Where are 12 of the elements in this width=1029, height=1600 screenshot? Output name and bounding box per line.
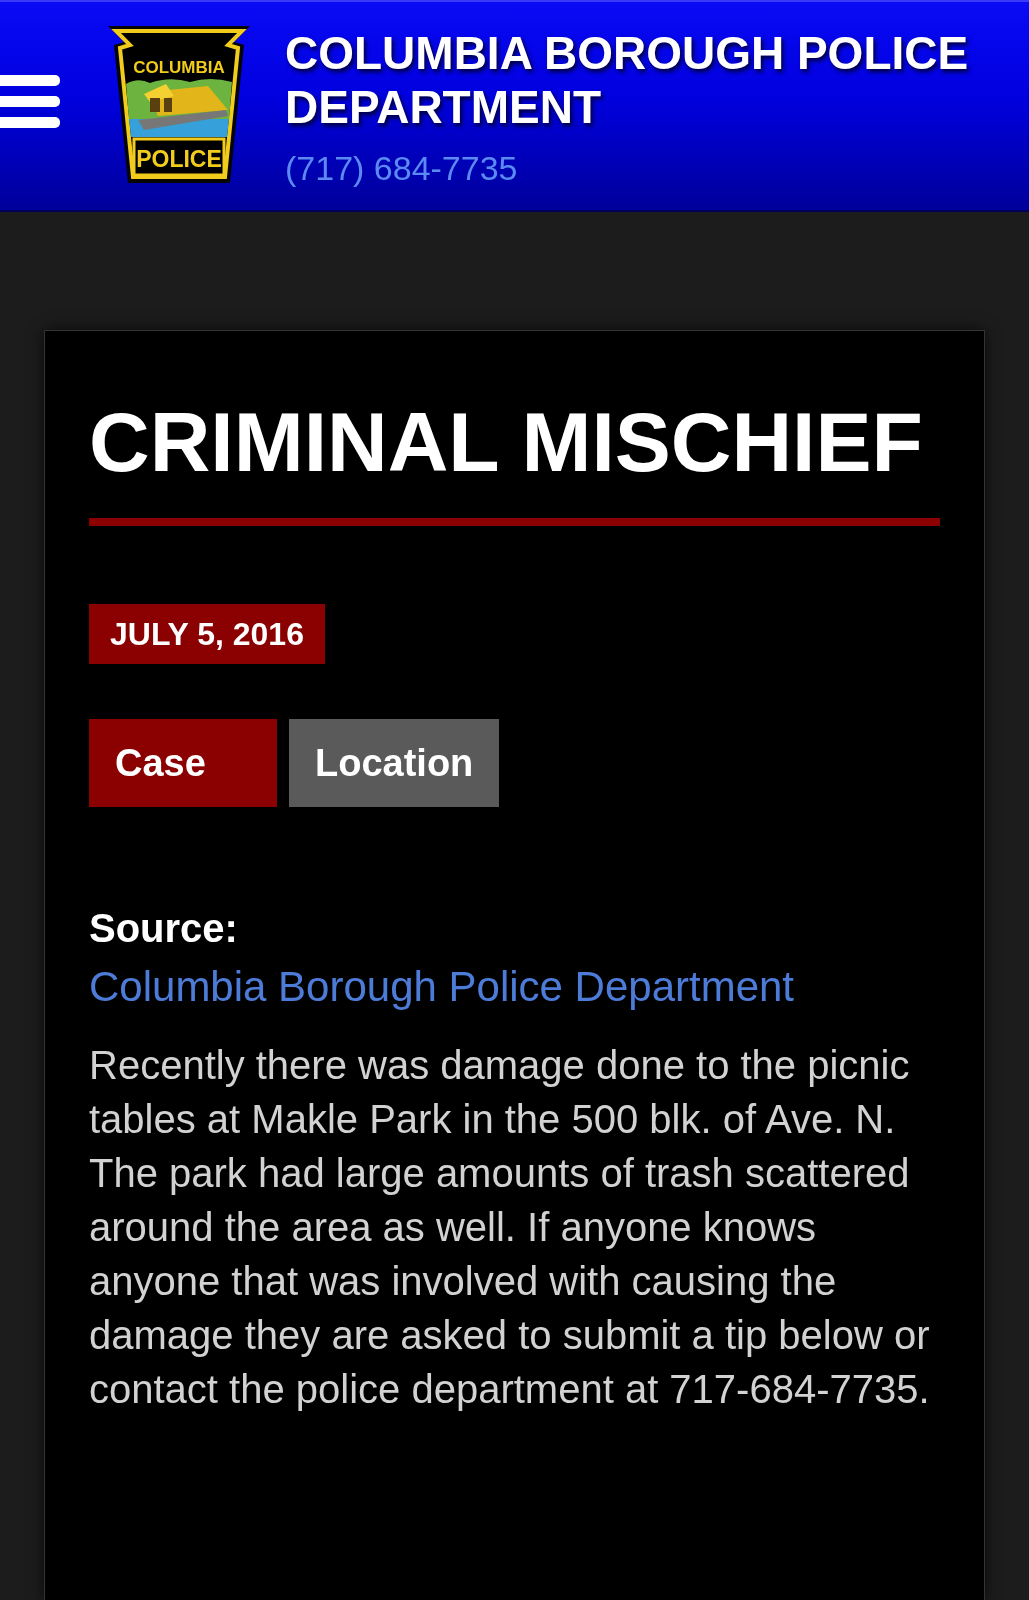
tab[interactable]: Case [89,719,277,807]
article-body: Recently there was damage done to the picnic tables at Makle Park in the 500 blk. of Ave. N. The park had large amounts of trash scattered around the area as well. If anyone knows anyone that was involved with causing the damage they are asked to submit a tip below or contact the police department at 717-684-7735. [89,1042,931,1413]
source-link[interactable]: Columbia Borough Police Department [89,958,795,1016]
menu-icon[interactable] [0,75,60,129]
article-title: CRIMINAL MISCHIEF [89,394,923,491]
site-title: COLUMBIA BOROUGH POLICE DEPARTMENT [285,26,970,134]
phone-link[interactable]: (717) 684-7735 [285,148,518,188]
logo-text: COLUMBIA [133,58,225,77]
logo-text: POLICE [136,146,222,172]
source-label: Source: [89,905,238,952]
tab[interactable]: Location [289,719,500,807]
date-tag: JULY 5, 2016 [89,604,325,664]
